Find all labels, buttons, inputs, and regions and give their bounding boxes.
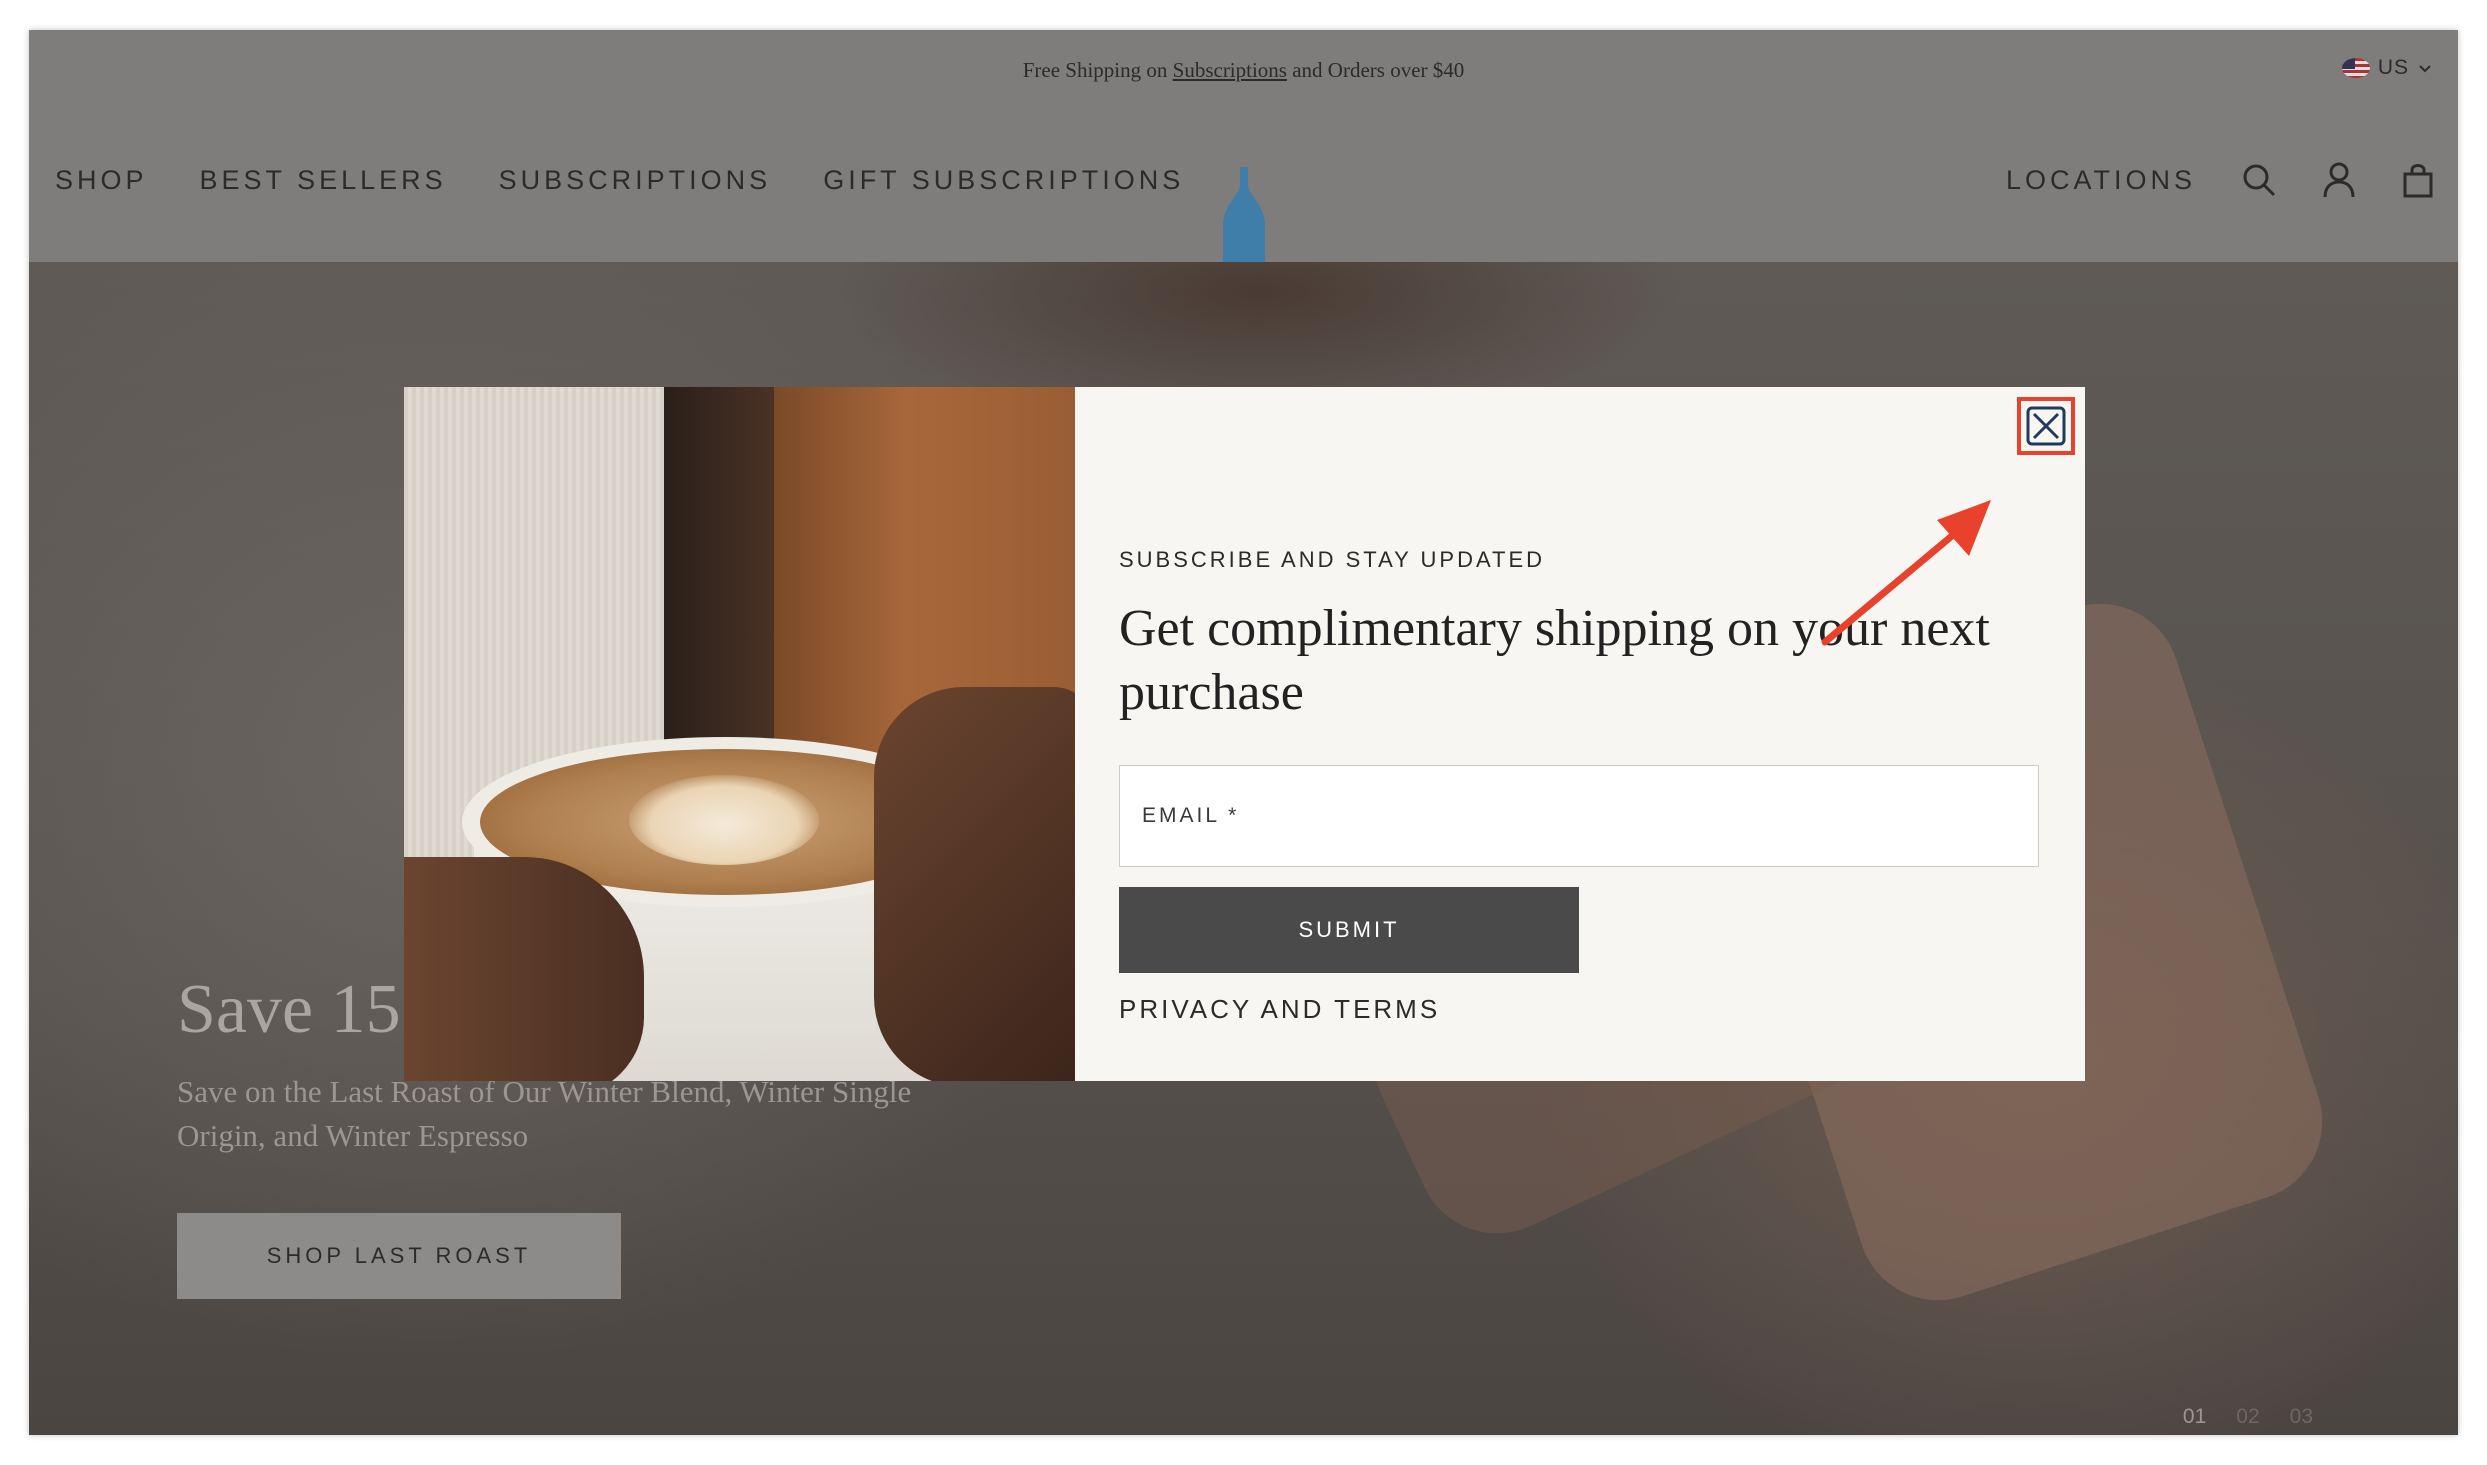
pager-item[interactable]: 01 bbox=[2183, 1405, 2206, 1435]
nav-right: LOCATIONS bbox=[2006, 110, 2434, 250]
nav-left: SHOP BEST SELLERS SUBSCRIPTIONS GIFT SUB… bbox=[55, 110, 1184, 250]
shop-last-roast-button[interactable]: SHOP LAST ROAST bbox=[177, 1213, 621, 1299]
hand-image bbox=[404, 857, 644, 1081]
close-button[interactable] bbox=[2017, 397, 2075, 455]
search-icon[interactable] bbox=[2242, 163, 2276, 197]
annotation-arrow-icon bbox=[1821, 500, 1991, 646]
locale-label: US bbox=[2377, 56, 2409, 79]
subscriptions-link[interactable]: Subscriptions bbox=[1173, 58, 1287, 82]
browser-viewport: Free Shipping on Subscriptions and Order… bbox=[29, 30, 2458, 1435]
nav-gift-subscriptions[interactable]: GIFT SUBSCRIPTIONS bbox=[823, 165, 1184, 196]
us-flag-icon bbox=[2341, 58, 2370, 78]
pager-item[interactable]: 03 bbox=[2290, 1405, 2313, 1435]
announcement-bar: Free Shipping on Subscriptions and Order… bbox=[29, 30, 2458, 110]
submit-button[interactable]: SUBMIT bbox=[1119, 887, 1579, 973]
announcement-suffix: and Orders over $40 bbox=[1292, 58, 1465, 82]
locale-selector[interactable]: US bbox=[2341, 56, 2433, 80]
email-input[interactable] bbox=[1120, 766, 2038, 866]
latte-art-heart bbox=[629, 775, 819, 865]
main-nav: SHOP BEST SELLERS SUBSCRIPTIONS GIFT SUB… bbox=[29, 110, 2458, 275]
hand-image bbox=[874, 687, 1075, 1081]
nav-best-sellers[interactable]: BEST SELLERS bbox=[200, 165, 447, 196]
nav-subscriptions[interactable]: SUBSCRIPTIONS bbox=[499, 165, 772, 196]
hero-title: Save 15 bbox=[177, 971, 401, 1048]
nav-locations[interactable]: LOCATIONS bbox=[2006, 165, 2196, 196]
nav-shop[interactable]: SHOP bbox=[55, 165, 148, 196]
modal-eyebrow: SUBSCRIBE AND STAY UPDATED bbox=[1119, 547, 1546, 572]
pager-item[interactable]: 02 bbox=[2236, 1405, 2259, 1435]
privacy-terms-link[interactable]: PRIVACY AND TERMS bbox=[1119, 994, 1440, 1025]
close-icon bbox=[2026, 406, 2066, 446]
account-icon[interactable] bbox=[2322, 162, 2356, 198]
hero-pager: 01 02 03 bbox=[2183, 1405, 2313, 1435]
latte-photo bbox=[404, 387, 1075, 1081]
announcement-prefix: Free Shipping on bbox=[1022, 58, 1168, 82]
email-field[interactable] bbox=[1119, 765, 2039, 867]
cart-icon[interactable] bbox=[2402, 162, 2434, 198]
hero-subtitle: Save on the Last Roast of Our Winter Ble… bbox=[177, 1074, 912, 1153]
chevron-down-icon bbox=[2419, 65, 2431, 73]
